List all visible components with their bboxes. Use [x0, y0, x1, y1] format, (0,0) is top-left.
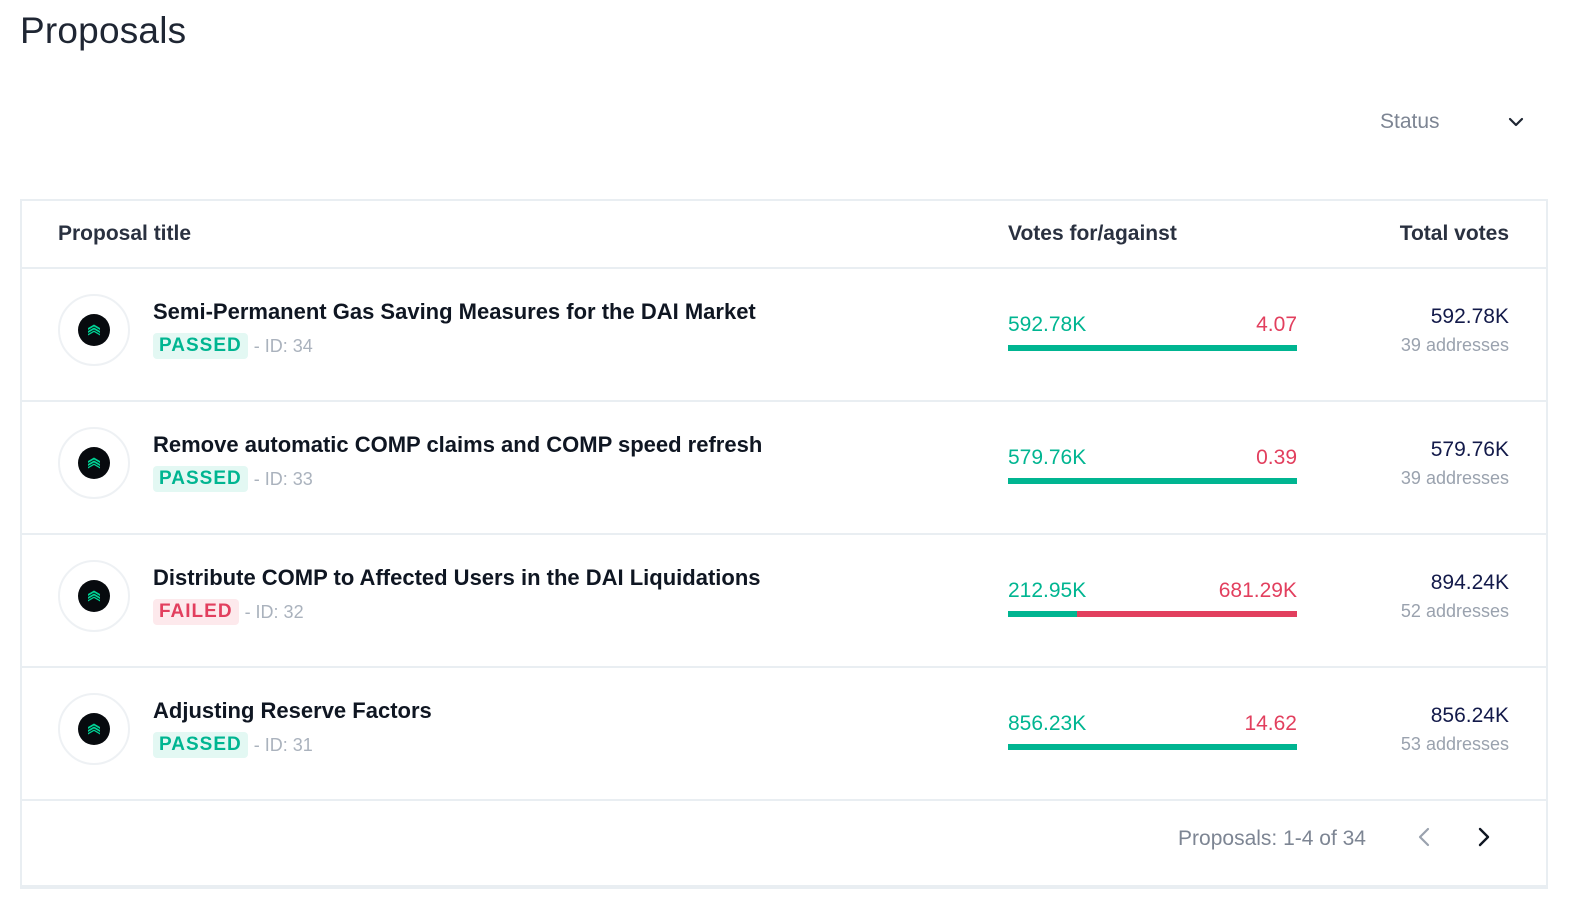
next-page-button[interactable]	[1466, 821, 1502, 857]
table-row[interactable]: Semi-Permanent Gas Saving Measures for t…	[22, 269, 1546, 402]
table-row[interactable]: Distribute COMP to Affected Users in the…	[22, 535, 1546, 668]
addresses-count: 39 addresses	[1400, 335, 1509, 355]
table-header: Proposal title Votes for/against Total v…	[22, 201, 1546, 269]
status-badge: PASSED	[153, 732, 248, 758]
votes-against-value: 14.62	[1244, 712, 1297, 735]
proposal-id: - ID: 32	[244, 601, 304, 622]
proposal-id: - ID: 34	[253, 335, 313, 356]
proposal-avatar	[58, 427, 130, 499]
total-votes-value: 579.76K	[1430, 438, 1509, 461]
status-badge: FAILED	[153, 599, 239, 625]
chevron-left-icon	[1418, 827, 1430, 852]
votes-for-against: 856.23K 14.62	[1008, 712, 1297, 750]
votes-for-value: 856.23K	[1008, 712, 1087, 735]
chevron-down-icon	[1506, 112, 1526, 132]
votes-for-fill	[1008, 478, 1297, 484]
proposal-avatar	[58, 294, 130, 366]
votes-bar	[1008, 611, 1297, 617]
chevron-right-icon	[1478, 827, 1490, 852]
votes-for-against: 592.78K 4.07	[1008, 313, 1297, 351]
compound-logo-icon	[78, 713, 110, 745]
header-proposal-title: Proposal title	[58, 222, 192, 245]
proposal-meta: PASSED - ID: 31	[153, 732, 313, 758]
proposal-meta: FAILED - ID: 32	[153, 599, 304, 625]
total-votes: 856.24K 53 addresses	[1401, 704, 1509, 755]
total-votes: 894.24K 52 addresses	[1401, 571, 1509, 622]
table-row[interactable]: Adjusting Reserve Factors PASSED - ID: 3…	[22, 668, 1546, 801]
votes-against-value: 0.39	[1256, 446, 1297, 469]
pagination-text: Proposals: 1-4 of 34	[1178, 827, 1366, 850]
header-votes-for-against: Votes for/against	[1008, 222, 1177, 245]
compound-logo-icon	[78, 447, 110, 479]
votes-against-value: 4.07	[1256, 313, 1297, 336]
total-votes: 592.78K 39 addresses	[1401, 305, 1509, 356]
proposal-meta: PASSED - ID: 33	[153, 466, 313, 492]
proposal-title[interactable]: Semi-Permanent Gas Saving Measures for t…	[153, 299, 756, 325]
votes-for-fill	[1008, 345, 1297, 351]
addresses-count: 39 addresses	[1400, 468, 1509, 488]
proposal-id: - ID: 31	[253, 734, 313, 755]
votes-bar	[1008, 744, 1297, 750]
votes-for-against: 212.95K 681.29K	[1008, 579, 1297, 617]
proposal-title[interactable]: Remove automatic COMP claims and COMP sp…	[153, 432, 762, 458]
status-filter-label: Status	[1380, 110, 1440, 133]
votes-for-fill	[1008, 744, 1297, 750]
proposal-meta: PASSED - ID: 34	[153, 333, 313, 359]
prev-page-button[interactable]	[1406, 821, 1442, 857]
proposal-avatar	[58, 560, 130, 632]
table-footer: Proposals: 1-4 of 34	[22, 791, 1546, 885]
votes-for-value: 579.76K	[1008, 446, 1087, 469]
compound-logo-icon	[78, 580, 110, 612]
page-title: Proposals	[20, 10, 187, 51]
status-badge: PASSED	[153, 466, 248, 492]
votes-bar	[1008, 345, 1297, 351]
table-row[interactable]: Remove automatic COMP claims and COMP sp…	[22, 402, 1546, 535]
total-votes-value: 894.24K	[1430, 571, 1509, 594]
status-badge: PASSED	[153, 333, 248, 359]
votes-for-against: 579.76K 0.39	[1008, 446, 1297, 484]
compound-logo-icon	[78, 314, 110, 346]
votes-against-value: 681.29K	[1218, 579, 1297, 602]
votes-for-value: 592.78K	[1008, 313, 1087, 336]
status-filter-dropdown[interactable]: Status	[1370, 104, 1536, 140]
total-votes: 579.76K 39 addresses	[1401, 438, 1509, 489]
proposal-title[interactable]: Distribute COMP to Affected Users in the…	[153, 565, 761, 591]
proposal-avatar	[58, 693, 130, 765]
votes-for-value: 212.95K	[1008, 579, 1087, 602]
total-votes-value: 856.24K	[1430, 704, 1509, 727]
votes-for-fill	[1008, 611, 1077, 617]
total-votes-value: 592.78K	[1430, 305, 1509, 328]
header-total-votes: Total votes	[1399, 222, 1509, 245]
votes-bar	[1008, 478, 1297, 484]
proposal-title[interactable]: Adjusting Reserve Factors	[153, 698, 432, 724]
addresses-count: 53 addresses	[1400, 734, 1509, 754]
proposal-id: - ID: 33	[253, 468, 313, 489]
proposals-table: Proposal title Votes for/against Total v…	[20, 199, 1548, 889]
addresses-count: 52 addresses	[1400, 601, 1509, 621]
